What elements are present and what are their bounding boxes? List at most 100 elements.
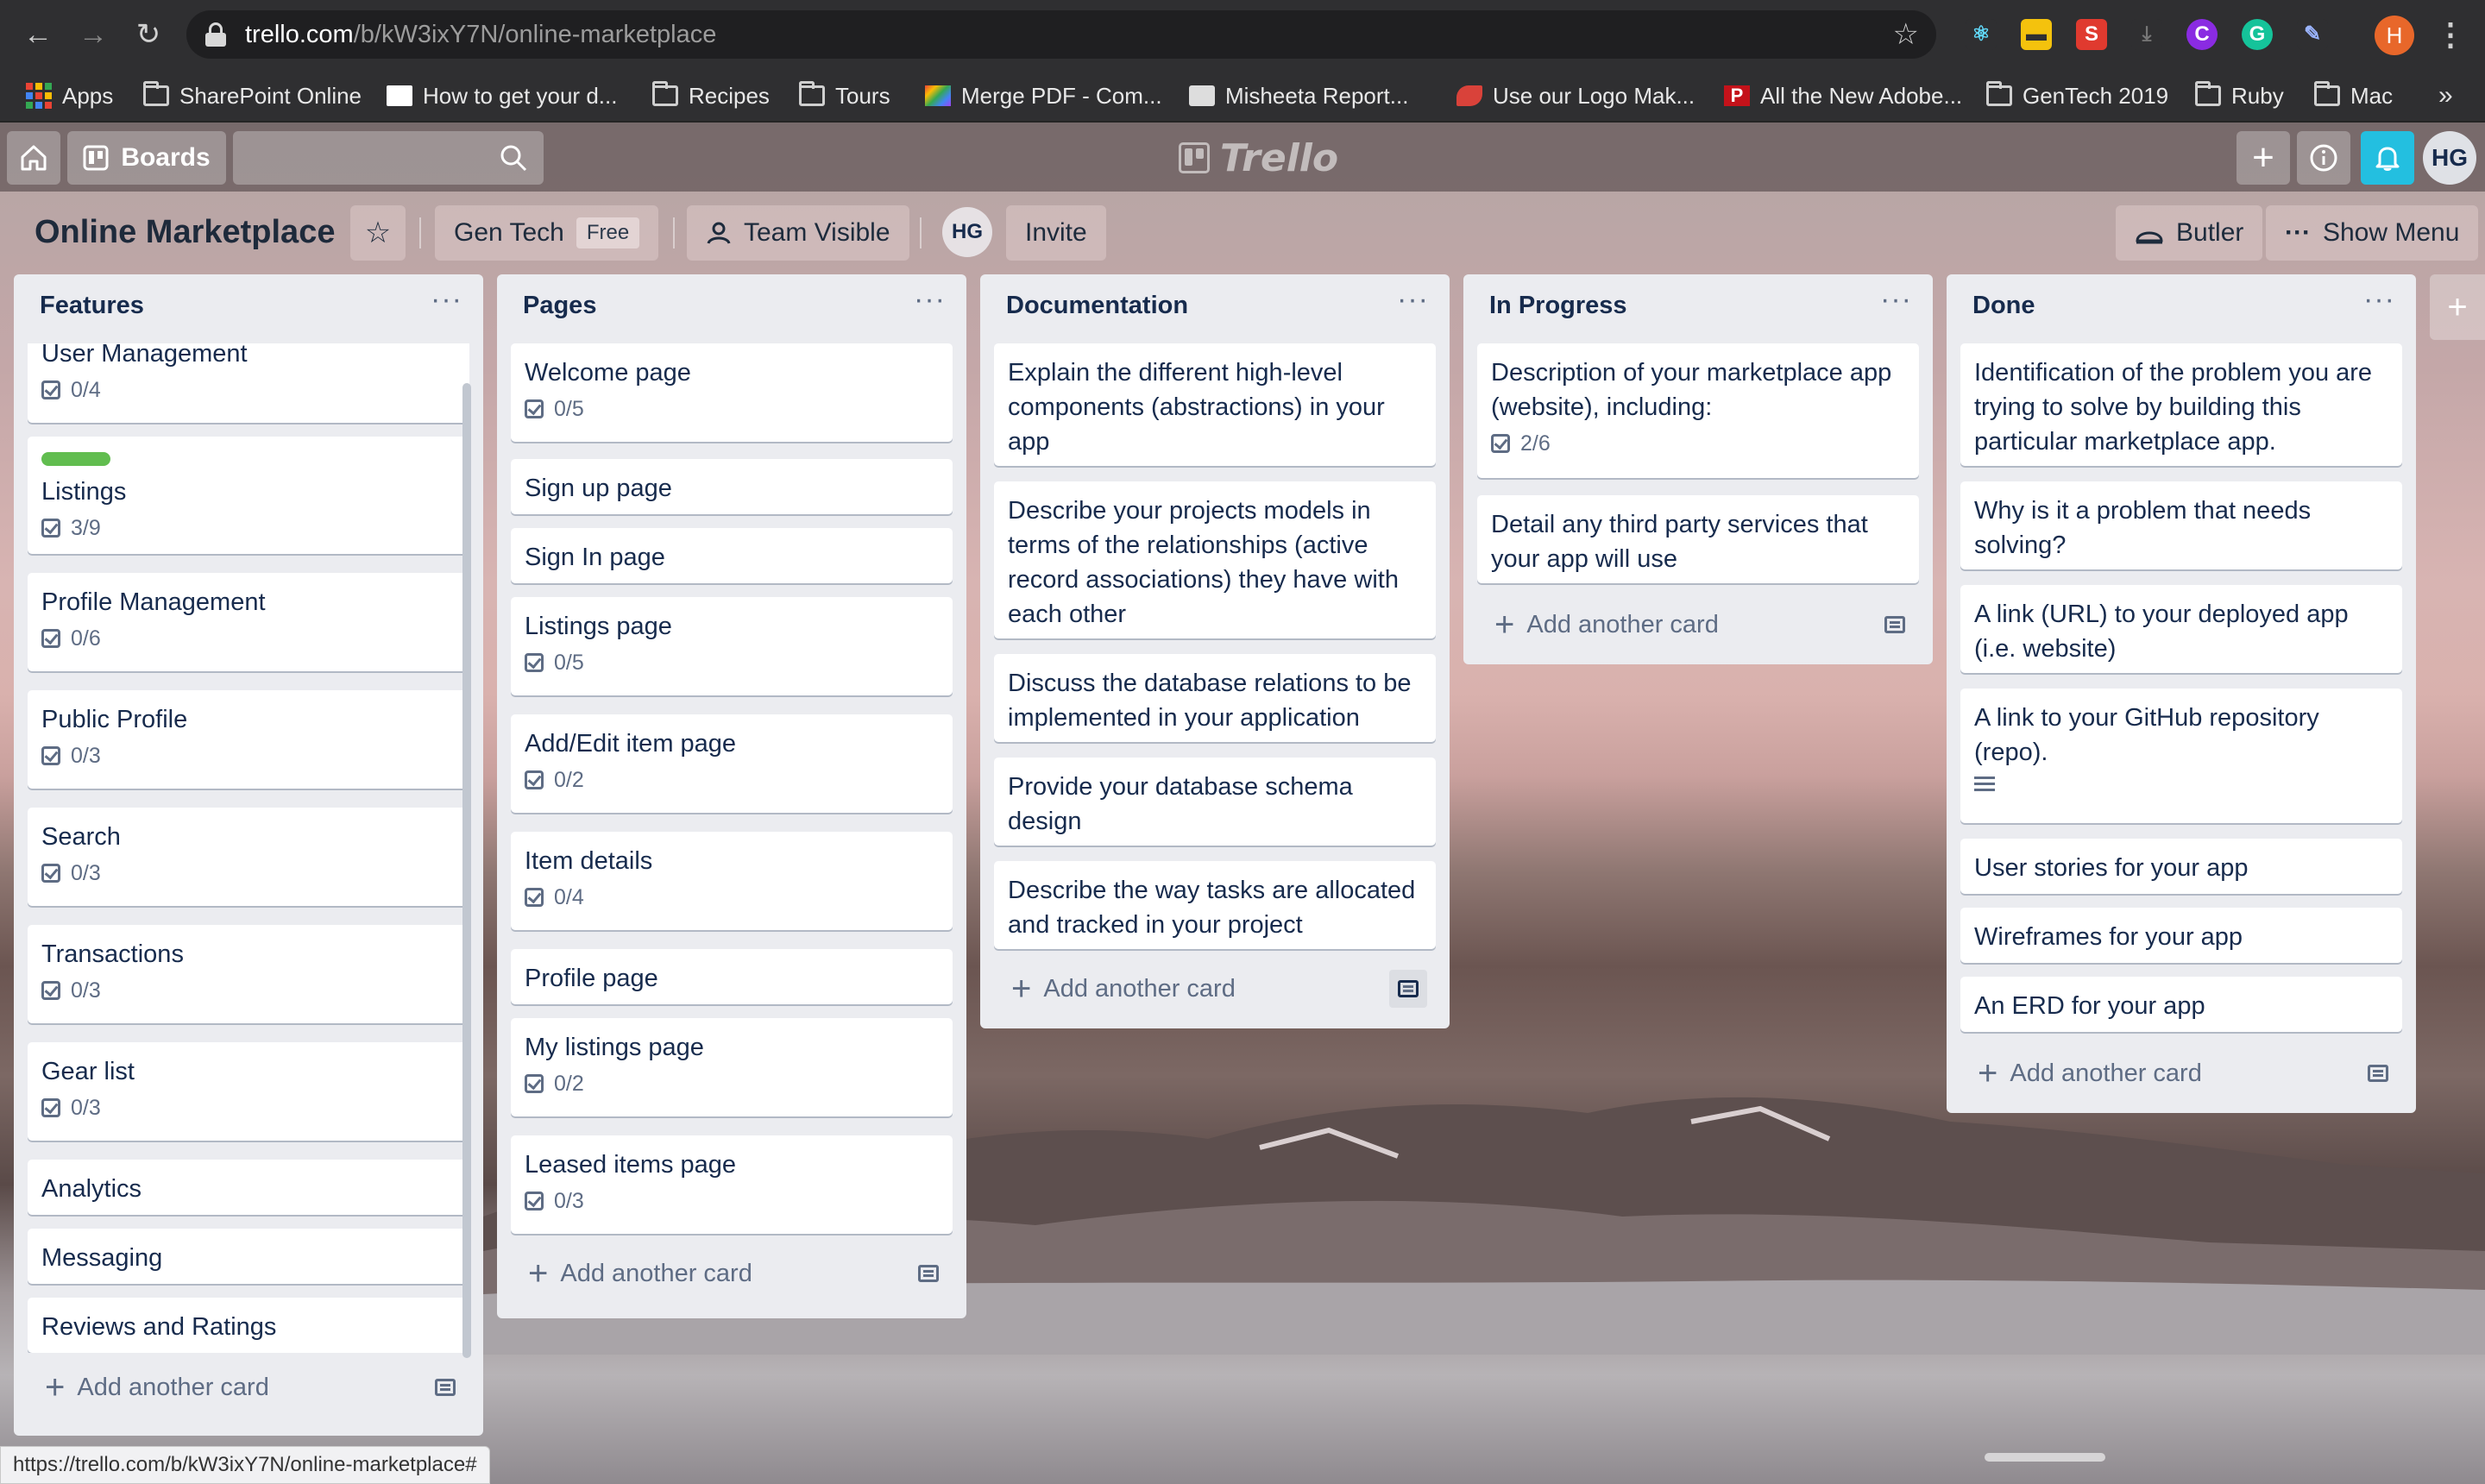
bookmark-merge-pdf[interactable]: Merge PDF - Com... [925, 69, 1162, 123]
card-database-schema[interactable]: Provide your database schema design [994, 758, 1436, 846]
lock-icon[interactable] [205, 22, 226, 47]
butler-button[interactable]: Butler [2116, 205, 2263, 261]
card-item-details[interactable]: Item details 0/4 [511, 832, 953, 930]
list-menu-icon[interactable]: ··· [1397, 283, 1429, 317]
card-user-stories[interactable]: User stories for your app [1960, 839, 2402, 894]
react-devtools-icon[interactable]: ⚛ [1966, 19, 1997, 50]
reload-icon[interactable]: ↻ [129, 16, 167, 53]
back-arrow-icon[interactable]: ← [19, 16, 57, 53]
card-public-profile[interactable]: Public Profile 0/3 [28, 690, 469, 789]
add-list-button[interactable]: + [2430, 274, 2485, 340]
board-title[interactable]: Online Marketplace [35, 205, 335, 259]
add-card-button[interactable]: + Add another card [1477, 601, 1719, 649]
card-template-button[interactable] [1389, 970, 1427, 1008]
team-button[interactable]: Gen Tech Free [435, 205, 659, 261]
bookmark-logo-maker[interactable]: Use our Logo Mak... [1456, 69, 1695, 123]
card-reviews-and-ratings[interactable]: Reviews and Ratings [28, 1298, 469, 1353]
list-title[interactable]: Features [40, 292, 144, 320]
invite-button[interactable]: Invite [1006, 205, 1106, 261]
card-erd[interactable]: An ERD for your app [1960, 977, 2402, 1032]
card-gear-list[interactable]: Gear list 0/3 [28, 1042, 469, 1141]
card-profile-page[interactable]: Profile page [511, 949, 953, 1004]
card-template-button[interactable] [426, 1368, 464, 1406]
c-extension-icon[interactable]: C [2186, 19, 2218, 50]
notifications-button[interactable] [2361, 131, 2414, 185]
card-why-problem[interactable]: Why is it a problem that needs solving? [1960, 481, 2402, 569]
card-leased-items-page[interactable]: Leased items page 0/3 [511, 1135, 953, 1234]
card-listings[interactable]: Listings 3/9 [28, 437, 469, 554]
bookmark-misheeta[interactable]: Misheeta Report... [1189, 69, 1408, 123]
card-describe-models[interactable]: Describe your projects models in terms o… [994, 481, 1436, 638]
card-label-green[interactable] [41, 452, 110, 466]
list-documentation[interactable]: Documentation ··· Explain the different … [980, 274, 1450, 1028]
trello-logo[interactable]: Trello [1179, 131, 1338, 185]
bookmark-gentech[interactable]: GenTech 2019 [1986, 69, 2168, 123]
visibility-button[interactable]: Team Visible [687, 205, 909, 261]
list-scrollbar[interactable] [462, 383, 471, 1358]
card-template-button[interactable] [909, 1254, 947, 1292]
create-button[interactable]: + [2236, 131, 2290, 185]
board-search-input[interactable] [233, 131, 544, 185]
add-card-button[interactable]: + Add another card [994, 965, 1236, 1013]
bookmark-adobe[interactable]: P All the New Adobe... [1724, 69, 1962, 123]
card-third-party-services[interactable]: Detail any third party services that you… [1477, 495, 1919, 583]
browser-menu-icon[interactable]: ⋮ [2435, 16, 2466, 53]
download-extension-icon[interactable]: ⤓ [2131, 19, 2162, 50]
home-button[interactable] [7, 131, 60, 185]
list-features[interactable]: Features ··· User Management 0/4 Listings… [14, 274, 483, 1436]
board-member-avatar[interactable]: HG [942, 207, 992, 257]
card-problem-identification[interactable]: Identification of the problem you are tr… [1960, 343, 2402, 466]
list-title[interactable]: Pages [523, 292, 596, 320]
card-transactions[interactable]: Transactions 0/3 [28, 925, 469, 1023]
card-template-button[interactable] [2359, 1054, 2397, 1092]
add-card-button[interactable]: + Add another card [511, 1249, 752, 1298]
list-menu-icon[interactable]: ··· [914, 283, 946, 317]
browser-profile-avatar[interactable]: H [2375, 16, 2414, 55]
bookmark-tours[interactable]: Tours [799, 69, 890, 123]
bookmark-sharepoint[interactable]: SharePoint Online [143, 69, 362, 123]
card-add-edit-item-page[interactable]: Add/Edit item page 0/2 [511, 714, 953, 813]
eyedropper-icon[interactable]: ✎ [2297, 19, 2328, 50]
list-menu-icon[interactable]: ··· [431, 283, 462, 317]
card-welcome-page[interactable]: Welcome page 0/5 [511, 343, 953, 442]
show-menu-button[interactable]: ··· Show Menu [2266, 205, 2479, 261]
bookmark-how-to[interactable]: How to get your d... [387, 69, 617, 123]
card-sign-up-page[interactable]: Sign up page [511, 459, 953, 514]
list-title[interactable]: In Progress [1489, 292, 1627, 320]
card-marketplace-description[interactable]: Description of your marketplace app (web… [1477, 343, 1919, 478]
bookmark-ruby[interactable]: Ruby [2195, 69, 2284, 123]
s-extension-icon[interactable]: S [2076, 19, 2107, 50]
card-explain-components[interactable]: Explain the different high-level compone… [994, 343, 1436, 466]
list-in-progress[interactable]: In Progress ··· Description of your mark… [1463, 274, 1933, 664]
bookmarks-overflow-icon[interactable]: » [2438, 69, 2453, 123]
boards-button[interactable]: Boards [67, 131, 226, 185]
bookmark-apps[interactable]: Apps [26, 69, 113, 123]
bookmark-recipes[interactable]: Recipes [652, 69, 770, 123]
forward-arrow-icon[interactable]: → [74, 16, 112, 53]
address-url[interactable]: trello.com/b/kW3ixY7N/online-marketplace [245, 10, 716, 59]
notes-extension-icon[interactable]: ▬ [2021, 19, 2052, 50]
list-pages[interactable]: Pages ··· Welcome page 0/5 Sign up page S… [497, 274, 966, 1318]
card-database-relations[interactable]: Discuss the database relations to be imp… [994, 654, 1436, 742]
add-card-button[interactable]: + Add another card [28, 1363, 269, 1412]
list-menu-icon[interactable]: ··· [2363, 283, 2395, 317]
card-messaging[interactable]: Messaging [28, 1229, 469, 1284]
list-title[interactable]: Done [1972, 292, 2035, 320]
address-bar[interactable]: trello.com/b/kW3ixY7N/online-marketplace… [186, 10, 1936, 59]
bookmark-mac[interactable]: Mac [2314, 69, 2393, 123]
card-search[interactable]: Search 0/3 [28, 808, 469, 906]
card-task-allocation[interactable]: Describe the way tasks are allocated and… [994, 861, 1436, 949]
card-my-listings-page[interactable]: My listings page 0/2 [511, 1018, 953, 1116]
star-board-button[interactable]: ☆ [350, 205, 406, 261]
card-github-repo-link[interactable]: A link to your GitHub repository (repo). [1960, 689, 2402, 823]
card-user-management[interactable]: User Management 0/4 [28, 343, 469, 423]
bookmark-star-icon[interactable]: ☆ [1893, 10, 1919, 59]
list-menu-icon[interactable]: ··· [1880, 283, 1912, 317]
info-button[interactable] [2297, 131, 2350, 185]
list-title[interactable]: Documentation [1006, 292, 1188, 320]
board-horizontal-scrollbar[interactable] [1985, 1453, 2105, 1462]
card-profile-management[interactable]: Profile Management 0/6 [28, 573, 469, 671]
card-deployed-app-link[interactable]: A link (URL) to your deployed app (i.e. … [1960, 585, 2402, 673]
list-done[interactable]: Done ··· Identification of the problem y… [1947, 274, 2416, 1113]
card-template-button[interactable] [1876, 606, 1914, 644]
